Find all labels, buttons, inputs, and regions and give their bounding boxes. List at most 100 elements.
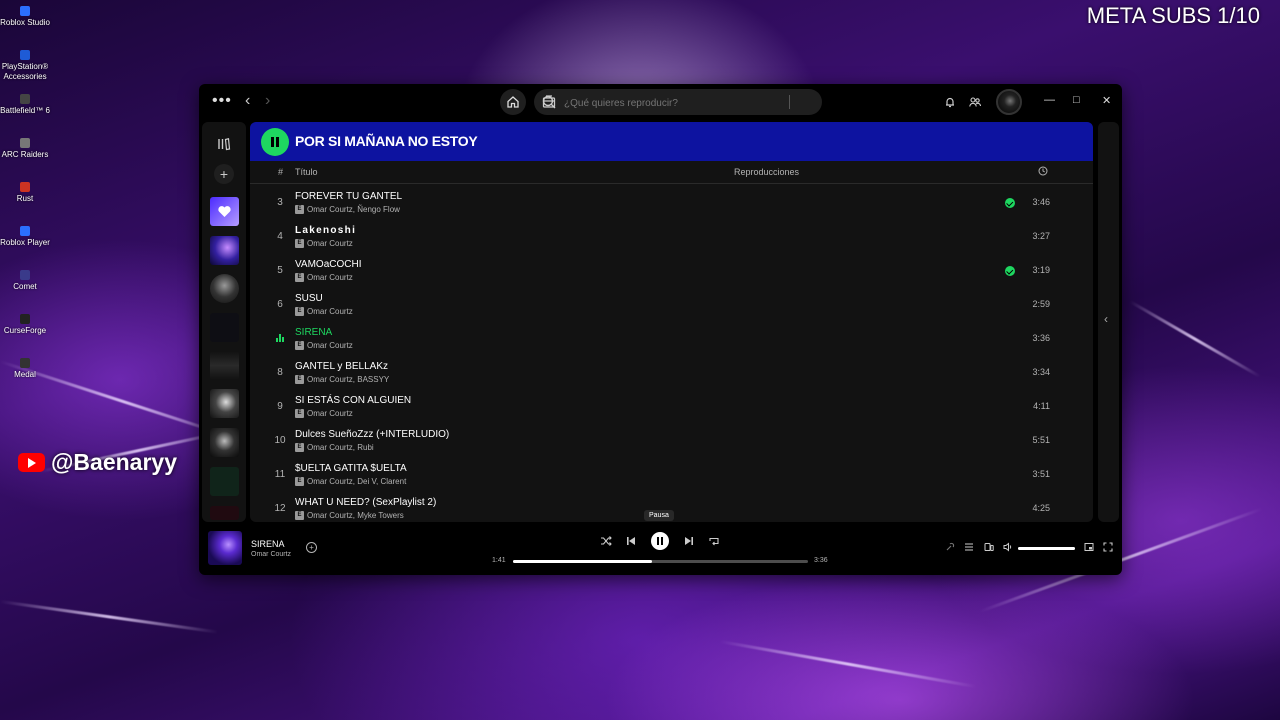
pause-playlist-button[interactable] (261, 128, 289, 156)
track-row[interactable]: SIRENA E Omar Courtz 3:36 (250, 322, 1093, 356)
track-number: 6 (277, 299, 283, 310)
library-item-thumb[interactable] (210, 274, 239, 303)
friends-icon[interactable] (969, 96, 981, 108)
volume-slider[interactable] (1018, 547, 1075, 550)
heart-icon (218, 206, 231, 217)
header-title[interactable]: Título (295, 167, 318, 177)
back-arrow-icon[interactable]: ‹ (245, 92, 250, 110)
track-title[interactable]: SUSU (295, 293, 323, 304)
track-title[interactable]: GANTEL y BELLAKz (295, 361, 388, 372)
shuffle-icon[interactable] (600, 535, 612, 547)
desktop-icon-label: CurseForge (3, 326, 47, 335)
miniplayer-icon[interactable] (1084, 542, 1094, 552)
bell-icon[interactable] (944, 96, 956, 108)
track-title[interactable]: Dulces SueñoZzz (+INTERLUDIO) (295, 429, 449, 440)
liked-songs-thumb[interactable] (210, 197, 239, 226)
explicit-badge: E (295, 375, 304, 384)
track-row[interactable]: 9 SI ESTÁS CON ALGUIEN E Omar Courtz 4:11 (250, 390, 1093, 424)
forward-arrow-icon[interactable]: › (265, 92, 270, 110)
library-icon[interactable] (217, 137, 231, 151)
close-icon[interactable]: ✕ (1102, 94, 1111, 107)
track-title[interactable]: WHAT U NEED? (SexPlaylist 2) (295, 497, 436, 508)
desktop-icon-comet[interactable]: Comet (0, 270, 50, 292)
next-icon[interactable] (683, 535, 695, 547)
desktop-icon-medal[interactable]: Medal (0, 358, 50, 380)
library-item-thumb[interactable] (210, 506, 239, 520)
track-artists-text[interactable]: Omar Courtz (307, 273, 353, 282)
desktop-icon-curseforge[interactable]: CurseForge (0, 314, 50, 336)
library-item-thumb[interactable] (210, 428, 239, 457)
track-artists-text[interactable]: Omar Courtz, BASSYY (307, 375, 389, 384)
track-row[interactable]: 11 $UELTA GATITA $UELTA E Omar Courtz, Dei … (250, 458, 1093, 492)
track-artists-text[interactable]: Omar Courtz, Dei V, Clarent (307, 477, 406, 486)
saved-check-icon[interactable] (1005, 198, 1015, 208)
track-artists-text[interactable]: Omar Courtz (307, 239, 353, 248)
track-row[interactable]: 3 FOREVER TU GANTEL E Omar Courtz, Ñengo Fl… (250, 186, 1093, 220)
playstation-icon (20, 50, 30, 60)
minimize-icon[interactable]: — (1044, 94, 1055, 106)
track-title[interactable]: FOREVER TU GANTEL (295, 191, 402, 202)
queue-icon[interactable] (964, 542, 974, 552)
youtube-watermark: @Baenaryy (18, 449, 177, 476)
track-title[interactable]: Lakenoshi (295, 225, 356, 236)
add-to-library-icon[interactable]: + (306, 542, 317, 553)
desktop-icon-rust[interactable]: Rust (0, 182, 50, 204)
track-artists-text[interactable]: Omar Courtz (307, 409, 353, 418)
library-item-thumb[interactable] (210, 351, 239, 380)
right-panel-collapsed[interactable]: ‹ (1098, 122, 1119, 522)
create-playlist-button[interactable]: + (214, 164, 234, 184)
desktop-icon-playstation-accessories[interactable]: PlayStation® Accessories (0, 50, 50, 82)
rust-icon (20, 182, 30, 192)
track-title[interactable]: SIRENA (295, 327, 332, 338)
track-row[interactable]: 8 GANTEL y BELLAKz E Omar Courtz, BASSYY 3:3… (250, 356, 1093, 390)
library-item-thumb[interactable] (210, 467, 239, 496)
search-input[interactable] (562, 93, 786, 113)
now-playing-title[interactable]: SIRENA (251, 539, 285, 549)
repeat-icon[interactable] (708, 535, 720, 547)
explicit-badge: E (295, 273, 304, 282)
track-artists-text[interactable]: Omar Courtz (307, 307, 353, 316)
desktop-icon-battlefield[interactable]: Battlefield™ 6 (0, 94, 50, 116)
clock-icon[interactable] (1038, 166, 1048, 176)
track-artists: E Omar Courtz (295, 273, 353, 282)
library-item-thumb[interactable] (210, 313, 239, 342)
track-artists-text[interactable]: Omar Courtz, Rubi (307, 443, 374, 452)
desktop-icon-roblox-studio[interactable]: Roblox Studio (0, 6, 50, 28)
library-item-thumb[interactable] (210, 236, 239, 265)
browse-icon[interactable] (542, 95, 556, 109)
home-button[interactable] (500, 89, 526, 115)
track-row[interactable]: 4 Lakenoshi E Omar Courtz 3:27 (250, 220, 1093, 254)
search-bar[interactable] (534, 89, 822, 115)
header-plays[interactable]: Reproducciones (734, 167, 799, 177)
menu-dots-icon[interactable]: ••• (212, 92, 232, 110)
connect-device-icon[interactable] (984, 542, 994, 552)
youtube-icon (18, 453, 45, 472)
track-artists-text[interactable]: Omar Courtz (307, 341, 353, 350)
track-artists: E Omar Courtz, Ñengo Flow (295, 205, 400, 214)
saved-check-icon[interactable] (1005, 266, 1015, 276)
chevron-left-icon[interactable]: ‹ (1104, 312, 1108, 326)
track-row[interactable]: 6 SUSU E Omar Courtz 2:59 (250, 288, 1093, 322)
volume-icon[interactable] (1003, 542, 1013, 552)
library-item-thumb[interactable] (210, 389, 239, 418)
avatar[interactable] (996, 89, 1022, 115)
desktop-icon-arc-raiders[interactable]: ARC Raiders (0, 138, 50, 160)
playlist-panel: POR SI MAÑANA NO ESTOY # Título Reproduc… (250, 122, 1093, 522)
track-artists-text[interactable]: Omar Courtz, Ñengo Flow (307, 205, 400, 214)
progress-bar[interactable] (513, 560, 808, 563)
desktop-icon-roblox-player[interactable]: Roblox Player (0, 226, 50, 248)
previous-icon[interactable] (625, 535, 637, 547)
pause-button[interactable] (651, 532, 669, 550)
fullscreen-icon[interactable] (1103, 542, 1113, 552)
track-title[interactable]: VAMOaCOCHI (295, 259, 362, 270)
track-title[interactable]: SI ESTÁS CON ALGUIEN (295, 395, 411, 406)
track-artists-text[interactable]: Omar Courtz, Myke Towers (307, 511, 404, 520)
track-title[interactable]: $UELTA GATITA $UELTA (295, 463, 407, 474)
now-playing-artist[interactable]: Omar Courtz (251, 551, 291, 558)
track-duration: 5:51 (1032, 435, 1050, 445)
microphone-icon[interactable] (945, 542, 955, 552)
maximize-icon[interactable]: □ (1073, 94, 1080, 106)
track-row[interactable]: 5 VAMOaCOCHI E Omar Courtz 3:19 (250, 254, 1093, 288)
track-row[interactable]: 10 Dulces SueñoZzz (+INTERLUDIO) E Omar Cou… (250, 424, 1093, 458)
now-playing-cover[interactable] (208, 531, 242, 565)
